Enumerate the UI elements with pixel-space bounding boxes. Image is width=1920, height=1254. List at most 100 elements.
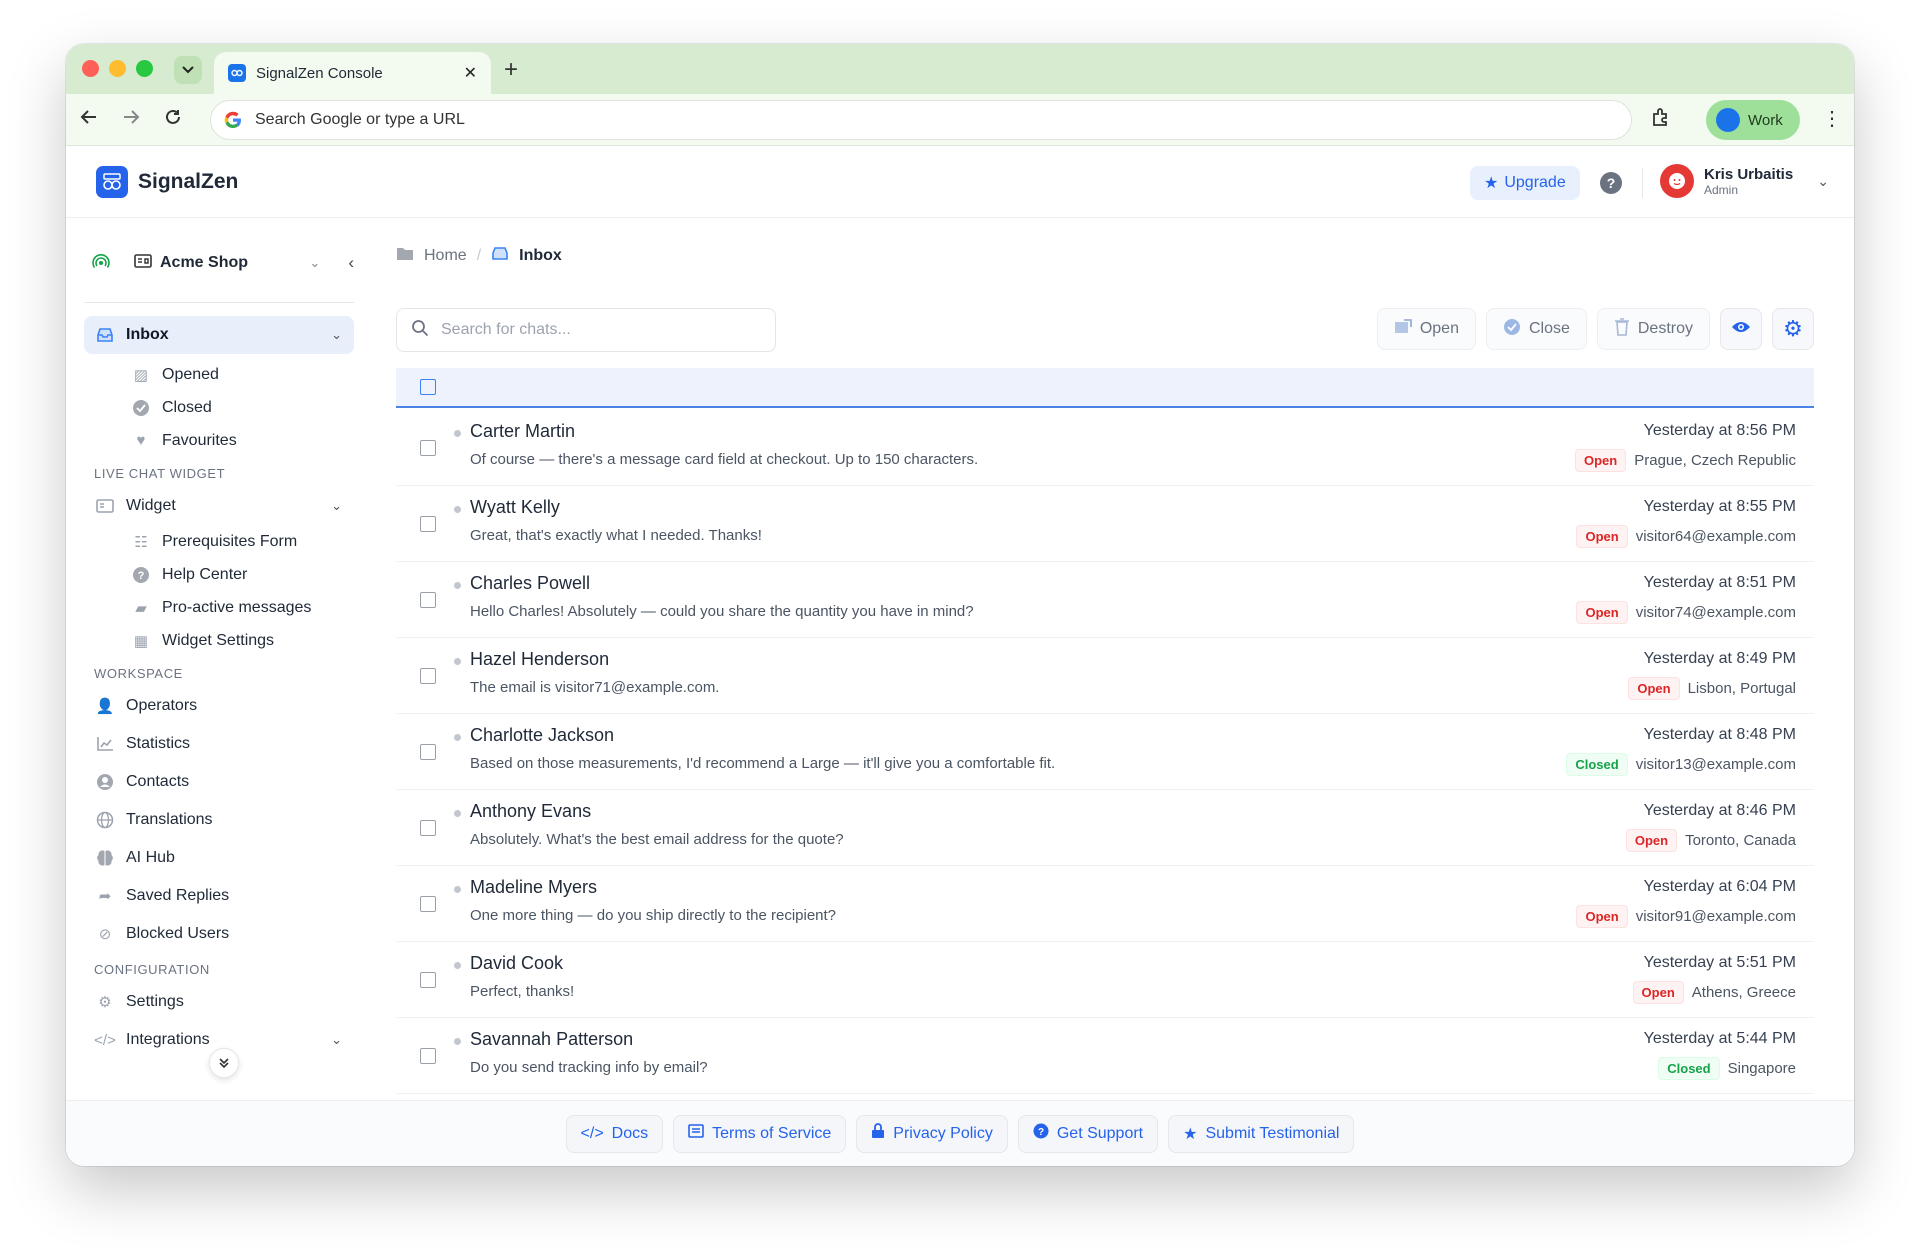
close-window-button[interactable] [82, 60, 99, 77]
sidebar: Acme Shop ⌄ ‹ Inbox ⌄ ▨ Opened Closed ♥ … [66, 218, 366, 1100]
sidebar-item-statistics[interactable]: Statistics [84, 725, 354, 763]
grid-icon: ▦ [133, 632, 149, 650]
extensions-icon[interactable] [1650, 106, 1672, 133]
status-badge: Open [1628, 677, 1680, 700]
chat-timestamp: Yesterday at 5:44 PM [1643, 1030, 1796, 1047]
testimonial-link[interactable]: ★ Submit Testimonial [1168, 1114, 1355, 1153]
profile-label: Work [1748, 111, 1783, 129]
chat-row[interactable]: Anthony Evans Absolutely. What's the best… [396, 790, 1814, 866]
row-checkbox[interactable] [420, 592, 436, 608]
heart-icon: ♥ [136, 432, 146, 449]
unread-dot [454, 658, 461, 665]
row-checkbox[interactable] [420, 820, 436, 836]
row-checkbox[interactable] [420, 440, 436, 456]
docs-link[interactable]: </> Docs [565, 1114, 664, 1153]
forward-arrow-icon[interactable] [122, 108, 140, 132]
brand[interactable]: SignalZen [96, 166, 238, 198]
open-button[interactable]: Open [1376, 308, 1476, 350]
row-checkbox[interactable] [420, 1048, 436, 1064]
sidebar-item-label: Integrations [126, 1031, 210, 1048]
select-all-checkbox[interactable] [420, 379, 436, 395]
profile-chip[interactable]: Work [1706, 100, 1800, 140]
chat-row[interactable]: Savannah Patterson Do you send tracking i… [396, 1018, 1814, 1094]
inbox-settings-button[interactable]: ⚙ [1772, 308, 1814, 350]
sidebar-item-label: Operators [126, 697, 198, 714]
chat-contact-name: Charlotte Jackson [470, 725, 615, 745]
chat-row[interactable]: Carter Martin Of course — there's a messa… [396, 410, 1814, 486]
row-checkbox[interactable] [420, 972, 436, 988]
help-icon[interactable]: ? [1600, 172, 1622, 194]
browser-tab[interactable]: SignalZen Console ✕ [214, 52, 491, 94]
scroll-down-icon[interactable] [209, 1048, 239, 1078]
visibility-button[interactable] [1720, 308, 1762, 350]
unread-dot [454, 810, 461, 817]
chat-row[interactable]: David Cook Perfect, thanks! Yesterday at 5… [396, 942, 1814, 1018]
chat-row[interactable]: Charlotte Jackson Based on those measurem… [396, 714, 1814, 790]
status-badge: Closed [1658, 1057, 1720, 1080]
chat-row[interactable]: Hazel Henderson The email is visitor71@ex… [396, 638, 1814, 714]
support-link[interactable]: ? Get Support [1017, 1114, 1159, 1153]
chat-row[interactable]: Wyatt Kelly Great, that's exactly what I … [396, 486, 1814, 562]
upgrade-label: Upgrade [1504, 174, 1566, 191]
user-menu[interactable]: Kris Urbaitis Admin ⌄ [1660, 164, 1829, 198]
minimize-window-button[interactable] [109, 60, 126, 77]
sidebar-item-translations[interactable]: Translations [84, 801, 354, 839]
sidebar-item-contacts[interactable]: Contacts [84, 763, 354, 801]
sidebar-item-saved-replies[interactable]: ➦ Saved Replies [84, 877, 354, 915]
chat-search[interactable] [396, 308, 776, 352]
tab-close-icon[interactable]: ✕ [464, 63, 477, 83]
chat-last-message: Hello Charles! Absolutely — could you sh… [470, 603, 974, 620]
back-arrow-icon[interactable] [80, 108, 98, 132]
sidebar-item-proactive-messages[interactable]: ▰ Pro-active messages [84, 591, 354, 624]
sidebar-item-help-center[interactable]: ? Help Center [84, 558, 354, 591]
chat-meta: Open Lisbon, Portugal [1628, 677, 1796, 700]
reply-icon: ➦ [98, 888, 112, 905]
sidebar-item-settings[interactable]: ⚙ Settings [84, 983, 354, 1021]
sidebar-item-inbox[interactable]: Inbox ⌄ [84, 316, 354, 354]
reload-icon[interactable] [164, 108, 182, 132]
sidebar-item-opened[interactable]: ▨ Opened [84, 358, 354, 391]
row-checkbox[interactable] [420, 668, 436, 684]
sidebar-item-ai-hub[interactable]: AI Hub [84, 839, 354, 877]
sidebar-item-favourites[interactable]: ♥ Favourites [84, 424, 354, 457]
sidebar-item-operators[interactable]: 👤 Operators [84, 687, 354, 725]
search-input[interactable] [441, 321, 741, 339]
workspace-selector[interactable]: Acme Shop ⌄ ‹ [92, 248, 354, 278]
sidebar-item-closed[interactable]: Closed [84, 391, 354, 424]
new-tab-icon[interactable]: + [504, 56, 518, 84]
chat-meta: Open Prague, Czech Republic [1575, 449, 1796, 472]
close-button[interactable]: Close [1485, 308, 1587, 350]
chat-row[interactable]: Charles Powell Hello Charles! Absolutely … [396, 562, 1814, 638]
code-icon: </> [94, 1031, 116, 1049]
sidebar-item-blocked-users[interactable]: ⊘ Blocked Users [84, 915, 354, 953]
chat-location: Athens, Greece [1691, 984, 1796, 1001]
chat-meta: Open Athens, Greece [1632, 981, 1796, 1004]
row-checkbox[interactable] [420, 744, 436, 760]
privacy-link[interactable]: Privacy Policy [856, 1114, 1008, 1153]
sidebar-item-widget-settings[interactable]: ▦ Widget Settings [84, 624, 354, 657]
terms-link[interactable]: Terms of Service [673, 1114, 847, 1153]
browser-menu-icon[interactable]: ⋮ [1822, 106, 1842, 131]
chat-meta: Open visitor91@example.com [1576, 905, 1796, 928]
row-checkbox[interactable] [420, 516, 436, 532]
tab-search-button[interactable] [174, 56, 202, 84]
operators-icon: 👤 [95, 698, 115, 715]
address-bar[interactable]: Search Google or type a URL [210, 100, 1632, 140]
chevron-down-icon: ⌄ [1817, 172, 1829, 189]
search-icon [411, 319, 429, 342]
sidebar-item-widget[interactable]: Widget ⌄ [84, 487, 354, 525]
chat-row[interactable]: Madeline Myers One more thing — do you sh… [396, 866, 1814, 942]
collapse-sidebar-icon[interactable]: ‹ [348, 253, 354, 273]
section-title: LIVE CHAT WIDGET [94, 466, 226, 481]
maximize-window-button[interactable] [136, 60, 153, 77]
destroy-button[interactable]: Destroy [1596, 308, 1710, 350]
address-placeholder: Search Google or type a URL [255, 111, 465, 128]
chat-last-message: Great, that's exactly what I needed. Tha… [470, 527, 762, 544]
brand-name: SignalZen [138, 170, 239, 193]
chat-contact-name: David Cook [470, 953, 564, 973]
header-divider [1642, 168, 1643, 198]
row-checkbox[interactable] [420, 896, 436, 912]
breadcrumb-home[interactable]: Home [424, 247, 467, 265]
sidebar-item-prerequisites-form[interactable]: ☷ Prerequisites Form [84, 525, 354, 558]
upgrade-button[interactable]: ★ Upgrade [1470, 166, 1580, 200]
